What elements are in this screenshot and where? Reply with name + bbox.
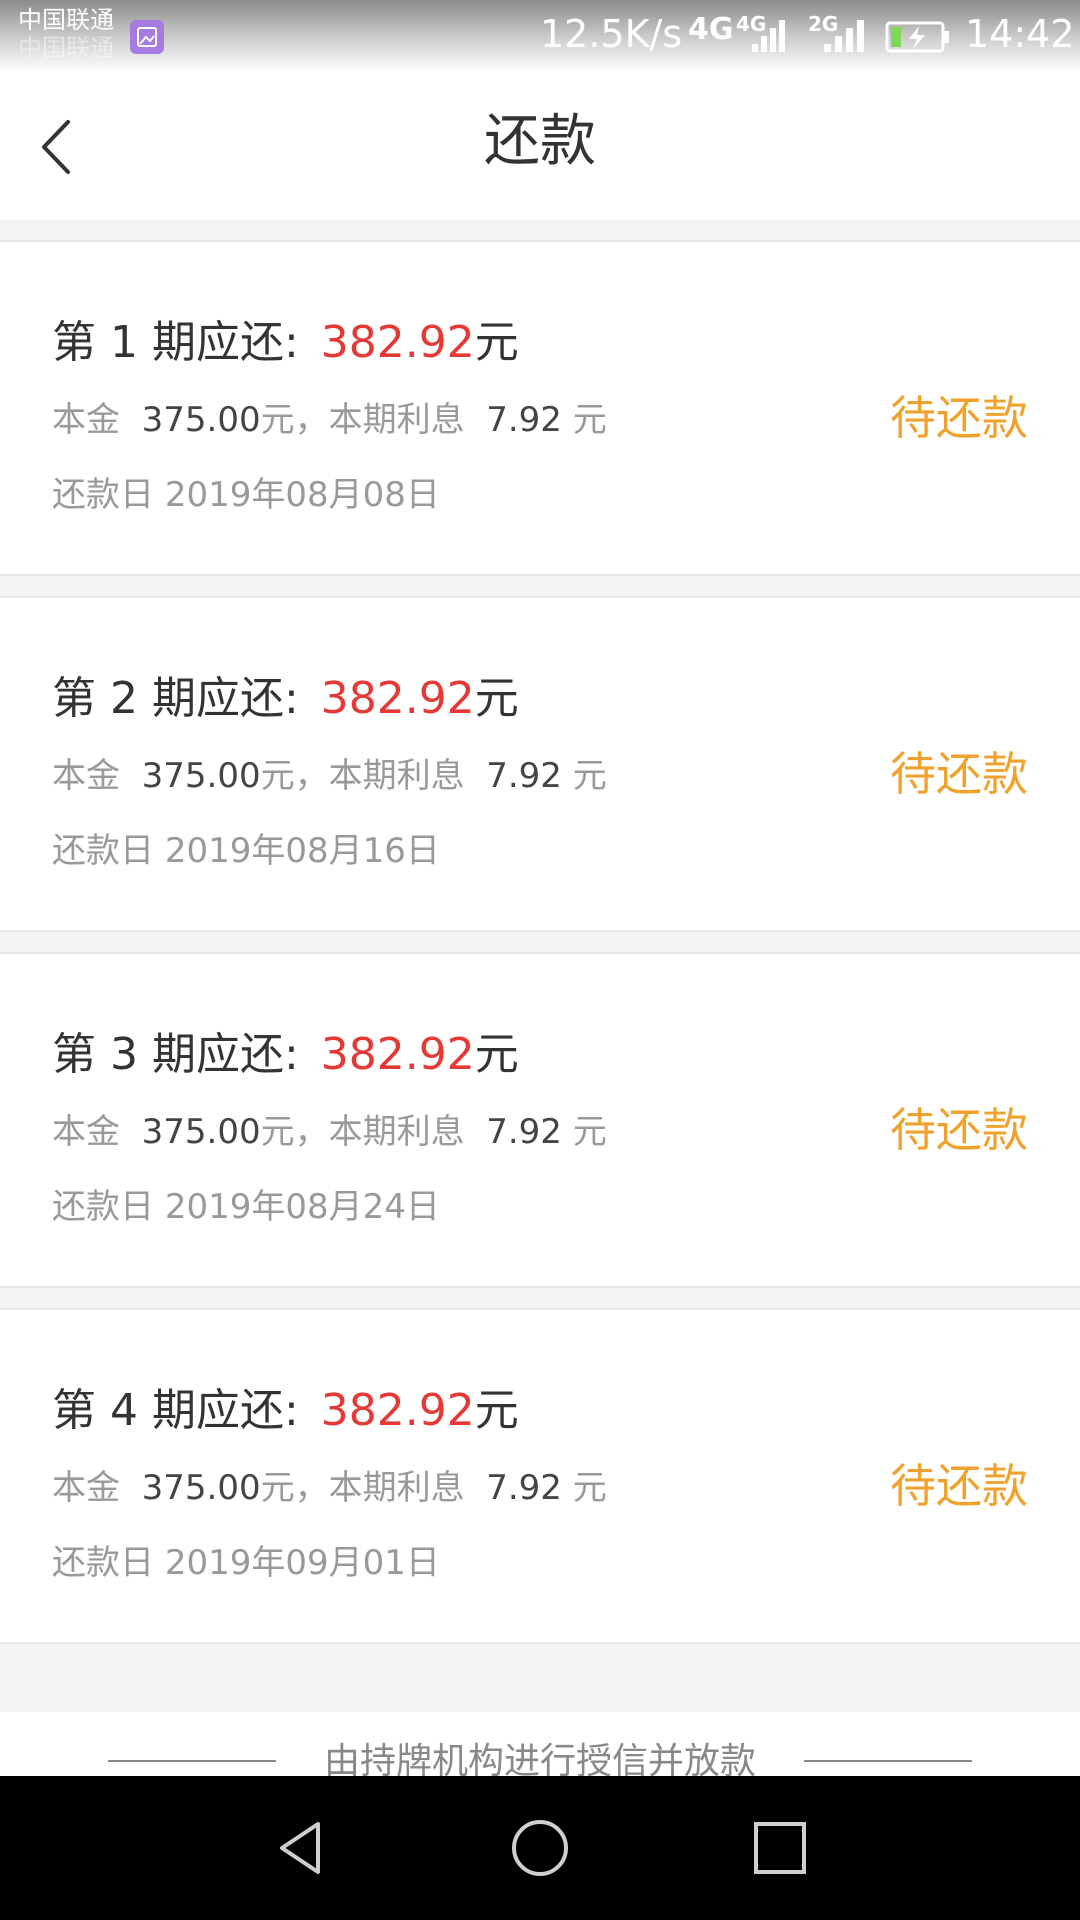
installment-title: 第 3 期应还: 382.92元 bbox=[52, 1018, 519, 1082]
due-date: 还款日 2019年09月01日 bbox=[52, 1535, 440, 1584]
principal-value: 375.00 bbox=[141, 756, 261, 796]
network-speed: 12.5K/s bbox=[540, 12, 683, 56]
installment-card[interactable]: 第 3 期应还: 382.92元 本金 375.00元，本期利息 7.92 元 还… bbox=[0, 952, 1080, 1288]
principal-unit: 元，本期利息 bbox=[260, 1112, 465, 1152]
installment-card[interactable]: 第 4 期应还: 382.92元 本金 375.00元，本期利息 7.92 元 还… bbox=[0, 1308, 1080, 1644]
back-triangle-icon[interactable] bbox=[270, 1816, 334, 1880]
installment-detail: 本金 375.00元，本期利息 7.92 元 bbox=[52, 748, 607, 797]
recents-square-icon[interactable] bbox=[748, 1816, 812, 1880]
due-date-value: 2019年08月24日 bbox=[164, 1187, 440, 1227]
signal-icon bbox=[824, 20, 864, 52]
back-button[interactable] bbox=[30, 112, 90, 182]
interest-unit: 元 bbox=[572, 756, 607, 796]
principal-label: 本金 bbox=[52, 1112, 120, 1152]
amount-unit: 元 bbox=[474, 1029, 519, 1080]
interest-value: 7.92 bbox=[486, 400, 562, 440]
installment-title: 第 4 期应还: 382.92元 bbox=[52, 1374, 519, 1438]
principal-value: 375.00 bbox=[141, 400, 261, 440]
footer-note: 由持牌机构进行授信并放款 bbox=[0, 1712, 1080, 1782]
installment-title: 第 1 期应还: 382.92元 bbox=[52, 306, 519, 370]
amount-unit: 元 bbox=[474, 1385, 519, 1436]
interest-value: 7.92 bbox=[486, 1112, 562, 1152]
principal-label: 本金 bbox=[52, 1468, 120, 1508]
principal-unit: 元，本期利息 bbox=[260, 756, 465, 796]
installment-card[interactable]: 第 1 期应还: 382.92元 本金 375.00元，本期利息 7.92 元 还… bbox=[0, 240, 1080, 576]
interest-value: 7.92 bbox=[486, 1468, 562, 1508]
gallery-icon bbox=[130, 20, 164, 54]
carrier-name-2: 中国联通 bbox=[18, 34, 114, 62]
due-date: 还款日 2019年08月24日 bbox=[52, 1179, 440, 1228]
due-date-value: 2019年09月01日 bbox=[164, 1543, 440, 1583]
status-time: 14:42 bbox=[965, 12, 1075, 56]
installment-card[interactable]: 第 2 期应还: 382.92元 本金 375.00元，本期利息 7.92 元 还… bbox=[0, 596, 1080, 932]
due-date: 还款日 2019年08月16日 bbox=[52, 823, 440, 872]
installment-detail: 本金 375.00元，本期利息 7.92 元 bbox=[52, 392, 607, 441]
due-date-value: 2019年08月08日 bbox=[164, 475, 440, 515]
status-badge: 待还款 bbox=[890, 391, 1028, 445]
installment-amount: 382.92 bbox=[320, 1385, 475, 1436]
footer-divider-right bbox=[804, 1760, 972, 1762]
installment-amount: 382.92 bbox=[320, 1029, 475, 1080]
installment-detail: 本金 375.00元，本期利息 7.92 元 bbox=[52, 1460, 607, 1509]
due-date-label: 还款日 bbox=[52, 831, 154, 871]
installment-period: 第 1 期应还: bbox=[52, 317, 299, 368]
interest-unit: 元 bbox=[572, 1112, 607, 1152]
principal-label: 本金 bbox=[52, 400, 120, 440]
installment-period: 第 4 期应还: bbox=[52, 1385, 299, 1436]
due-date-label: 还款日 bbox=[52, 475, 154, 515]
installment-title: 第 2 期应还: 382.92元 bbox=[52, 662, 519, 726]
amount-unit: 元 bbox=[474, 317, 519, 368]
installment-period: 第 3 期应还: bbox=[52, 1029, 299, 1080]
principal-value: 375.00 bbox=[141, 1112, 261, 1152]
status-badge: 待还款 bbox=[890, 1103, 1028, 1157]
home-circle-icon[interactable] bbox=[508, 1816, 572, 1880]
principal-value: 375.00 bbox=[141, 1468, 261, 1508]
system-nav-bar bbox=[0, 1776, 1080, 1920]
page-title: 还款 bbox=[484, 109, 596, 174]
status-badge: 待还款 bbox=[890, 1459, 1028, 1513]
interest-unit: 元 bbox=[572, 400, 607, 440]
carrier-names: 中国联通 中国联通 bbox=[18, 6, 114, 62]
amount-unit: 元 bbox=[474, 673, 519, 724]
app-header: 还款 bbox=[0, 72, 1080, 220]
installment-list: 第 1 期应还: 382.92元 本金 375.00元，本期利息 7.92 元 还… bbox=[0, 240, 1080, 1664]
installment-period: 第 2 期应还: bbox=[52, 673, 299, 724]
due-date-value: 2019年08月16日 bbox=[164, 831, 440, 871]
chevron-left-icon bbox=[42, 120, 70, 174]
installment-amount: 382.92 bbox=[320, 317, 475, 368]
carrier-name-1: 中国联通 bbox=[18, 6, 114, 34]
principal-unit: 元，本期利息 bbox=[260, 1468, 465, 1508]
principal-label: 本金 bbox=[52, 756, 120, 796]
status-badge: 待还款 bbox=[890, 747, 1028, 801]
installment-detail: 本金 375.00元，本期利息 7.92 元 bbox=[52, 1104, 607, 1153]
network-type-main: 4G bbox=[688, 12, 734, 47]
signal-icon bbox=[752, 20, 785, 52]
interest-unit: 元 bbox=[572, 1468, 607, 1508]
status-bar: 中国联通 中国联通 12.5K/s 4G 4G 2G 14:42 bbox=[0, 0, 1080, 72]
installment-amount: 382.92 bbox=[320, 673, 475, 724]
interest-value: 7.92 bbox=[486, 756, 562, 796]
due-date-label: 还款日 bbox=[52, 1187, 154, 1227]
battery-charging-icon bbox=[885, 21, 949, 53]
due-date: 还款日 2019年08月08日 bbox=[52, 467, 440, 516]
due-date-label: 还款日 bbox=[52, 1543, 154, 1583]
principal-unit: 元，本期利息 bbox=[260, 400, 465, 440]
